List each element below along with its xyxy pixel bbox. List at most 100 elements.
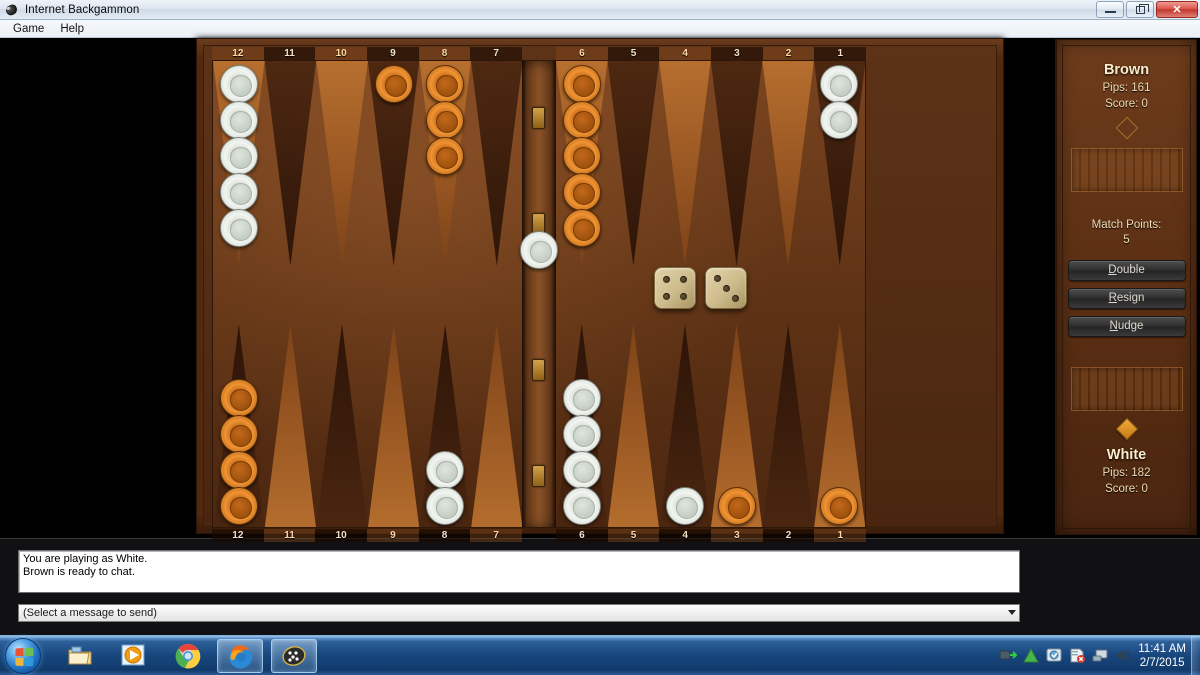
point-number-2-bottom: 2 xyxy=(762,529,815,542)
checker-brown[interactable] xyxy=(562,137,601,175)
security-alert-icon[interactable] xyxy=(1069,648,1086,664)
checker-brown[interactable] xyxy=(220,415,258,453)
checker-brown[interactable] xyxy=(819,487,858,525)
taskbar-item-firefox[interactable] xyxy=(217,639,263,673)
point-number-8-bottom: 8 xyxy=(418,529,471,542)
chat-log: You are playing as White. Brown is ready… xyxy=(18,550,1020,593)
window-controls: ✕ xyxy=(1096,1,1198,18)
taskbar-clock[interactable]: 11:41 AM 2/7/2015 xyxy=(1138,642,1186,670)
board-frame: 12 11 10 9 8 7 6 5 4 3 2 1 12 11 10 9 8 … xyxy=(203,45,997,542)
board-half-left xyxy=(213,61,523,527)
point-number-4-bottom: 4 xyxy=(659,529,712,542)
checker-white[interactable] xyxy=(220,173,258,211)
taskbar-item-explorer[interactable] xyxy=(57,639,103,673)
checker-white[interactable] xyxy=(220,209,258,247)
checker-white[interactable] xyxy=(220,101,258,139)
checker-brown[interactable] xyxy=(562,101,601,139)
network-icon[interactable] xyxy=(999,648,1018,664)
bar-plate xyxy=(532,359,546,381)
checker-white-on-bar[interactable] xyxy=(520,231,559,269)
bar-number-gap-top xyxy=(522,47,556,60)
point-number-8-top: 8 xyxy=(418,47,471,60)
point-number-11-bottom: 11 xyxy=(263,529,316,542)
bar-number-gap-bottom xyxy=(522,529,556,542)
show-desktop-button[interactable] xyxy=(1191,636,1200,675)
system-tray: 11:41 AM 2/7/2015 xyxy=(999,636,1200,675)
die-left[interactable] xyxy=(653,267,696,309)
triangle-icon[interactable] xyxy=(1023,647,1040,664)
point-10-top[interactable] xyxy=(316,61,368,266)
board-bar[interactable] xyxy=(520,61,559,527)
windows-explorer-icon xyxy=(68,646,92,665)
checker-brown[interactable] xyxy=(220,379,258,417)
checker-brown[interactable] xyxy=(220,487,258,525)
checker-white[interactable] xyxy=(665,487,704,525)
point-numbers-top: 12 11 10 9 8 7 6 5 4 3 2 1 xyxy=(212,47,867,60)
board-half-right xyxy=(555,61,865,527)
taskbar-item-chrome[interactable] xyxy=(165,639,211,673)
checker-brown[interactable] xyxy=(562,209,601,247)
checker-white[interactable] xyxy=(220,65,258,103)
point-7-top[interactable] xyxy=(471,61,523,266)
minimize-button[interactable] xyxy=(1096,1,1124,18)
checker-brown[interactable] xyxy=(426,137,464,175)
bar-plate xyxy=(532,107,546,129)
message-select[interactable]: (Select a message to send) xyxy=(18,604,1020,622)
point-number-10-top: 10 xyxy=(315,47,368,60)
point-16-bottom[interactable] xyxy=(367,324,420,527)
checker-brown[interactable] xyxy=(562,65,601,103)
checker-white[interactable] xyxy=(562,379,601,417)
menu-item-game[interactable]: Game xyxy=(6,22,51,36)
checker-brown[interactable] xyxy=(717,487,756,525)
point-3-top[interactable] xyxy=(710,61,763,266)
checker-white[interactable] xyxy=(220,137,258,175)
checker-white[interactable] xyxy=(426,487,464,525)
point-number-7-bottom: 7 xyxy=(470,529,523,542)
volume-icon[interactable] xyxy=(1115,648,1132,664)
point-number-1-top: 1 xyxy=(814,47,867,60)
point-number-12-top: 12 xyxy=(212,47,264,60)
point-4-top[interactable] xyxy=(659,61,711,266)
checker-white[interactable] xyxy=(426,451,464,489)
point-14-bottom[interactable] xyxy=(264,324,317,527)
point-20-bottom[interactable] xyxy=(607,324,660,527)
point-number-5-top: 5 xyxy=(607,47,660,60)
checker-brown[interactable] xyxy=(426,101,464,139)
desktop: Internet Backgammon ✕ Game Help 12 11 10… xyxy=(0,0,1200,675)
checker-brown[interactable] xyxy=(375,65,413,103)
checker-brown[interactable] xyxy=(562,173,601,211)
play-surface xyxy=(212,60,866,528)
network-status-icon[interactable] xyxy=(1092,648,1109,664)
maximize-button[interactable] xyxy=(1126,1,1154,18)
checker-brown[interactable] xyxy=(426,65,464,103)
point-5-top[interactable] xyxy=(607,61,660,266)
chat-panel: You are playing as White. Brown is ready… xyxy=(0,538,1200,635)
taskbar-item-media-player[interactable] xyxy=(111,639,157,673)
close-button[interactable]: ✕ xyxy=(1156,1,1198,18)
backgammon-board[interactable]: 12 11 10 9 8 7 6 5 4 3 2 1 12 11 10 9 8 … xyxy=(196,38,1197,542)
point-number-5-bottom: 5 xyxy=(607,529,660,542)
update-icon[interactable] xyxy=(1046,648,1063,664)
start-button[interactable] xyxy=(5,638,41,674)
media-player-icon xyxy=(121,644,145,666)
chat-log-line: You are playing as White. xyxy=(23,553,148,565)
checker-white[interactable] xyxy=(562,451,601,489)
point-15-bottom[interactable] xyxy=(316,324,368,527)
checker-brown[interactable] xyxy=(220,451,258,489)
checker-white[interactable] xyxy=(819,65,858,103)
menu-item-help[interactable]: Help xyxy=(53,22,91,36)
message-select-value: (Select a message to send) xyxy=(23,607,157,619)
firefox-icon xyxy=(228,644,252,668)
checker-white[interactable] xyxy=(562,415,601,453)
die-right[interactable] xyxy=(704,267,747,309)
backgammon-icon xyxy=(282,646,306,666)
backgammon-app-icon xyxy=(4,2,20,18)
checker-white[interactable] xyxy=(562,487,601,525)
point-18-bottom[interactable] xyxy=(471,324,523,527)
point-23-bottom[interactable] xyxy=(762,324,814,527)
point-11-top[interactable] xyxy=(264,61,317,266)
chevron-down-icon[interactable] xyxy=(1008,610,1016,615)
taskbar-item-backgammon[interactable] xyxy=(271,639,317,673)
checker-white[interactable] xyxy=(819,101,858,139)
point-2-top[interactable] xyxy=(762,61,814,266)
